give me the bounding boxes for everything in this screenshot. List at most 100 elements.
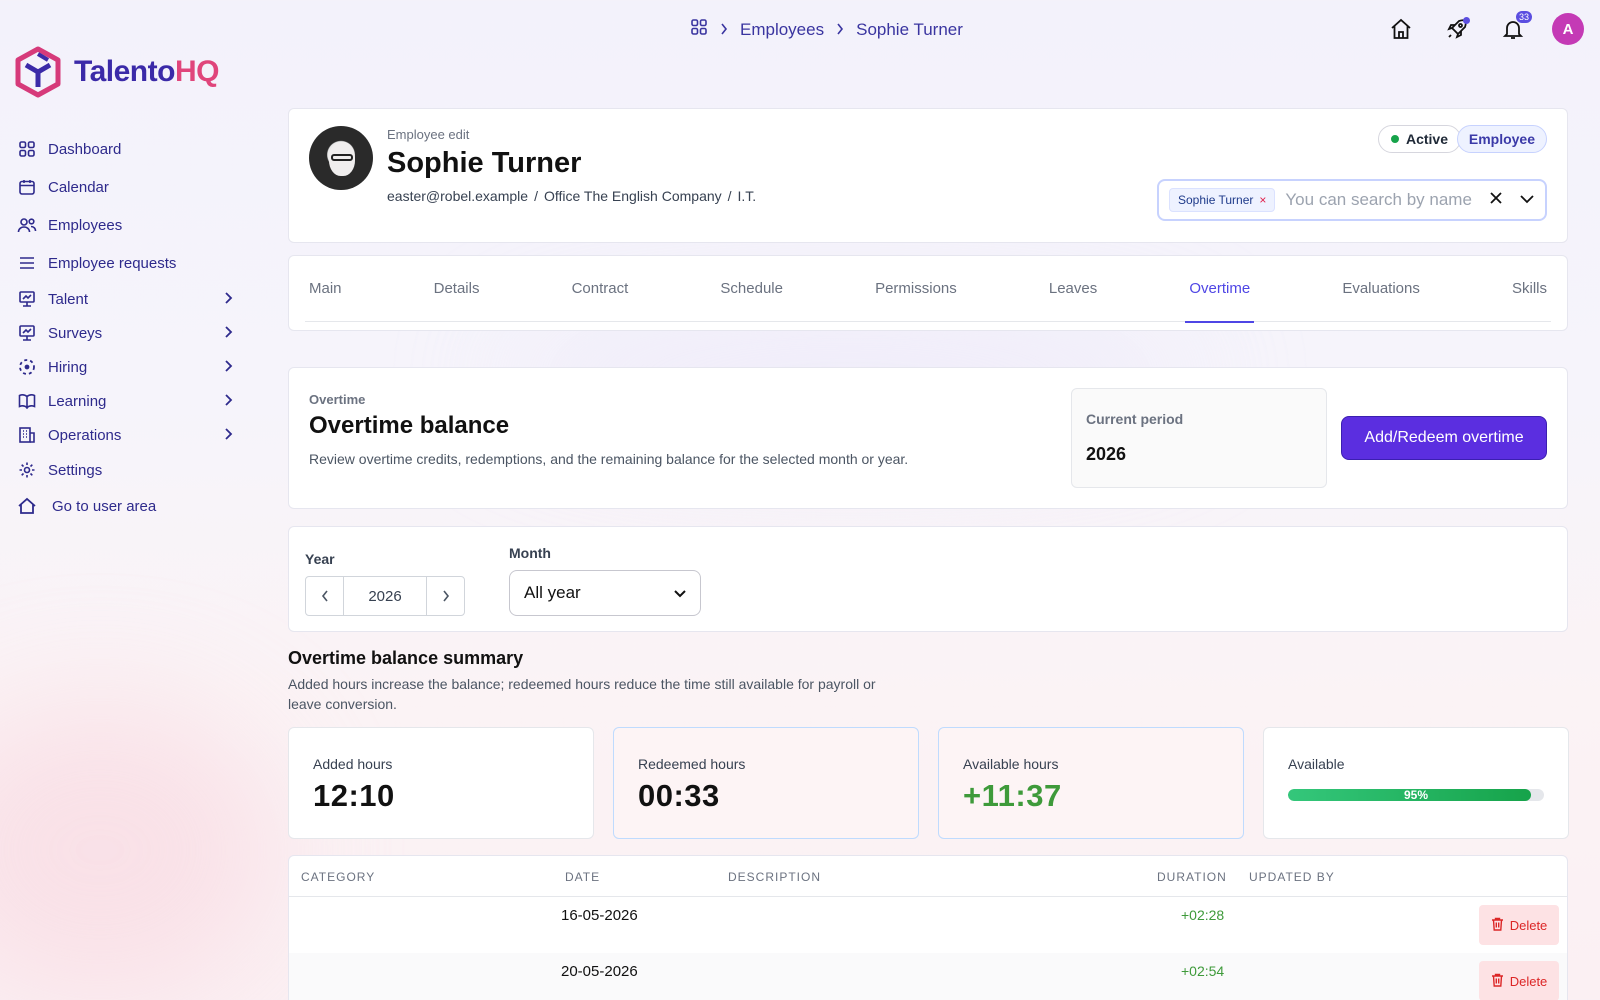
sidebar-item-go-to-user-area[interactable]: Go to user area [16, 488, 246, 524]
employee-photo [309, 126, 373, 190]
section-kicker: Overtime [309, 392, 366, 407]
tab-schedule[interactable]: Schedule [716, 256, 787, 322]
stat-available-hours: Available hours +11:37 [938, 727, 1244, 839]
grid-icon [16, 138, 38, 160]
bell-icon[interactable]: 33 [1496, 11, 1532, 46]
status-badge: Active [1377, 125, 1461, 153]
table-row: 16-05-2026 +02:28 Delete [289, 897, 1567, 953]
summary-title: Overtime balance summary [288, 648, 524, 668]
stat-value: 12:10 [313, 778, 395, 813]
sidebar-item-surveys[interactable]: Surveys [16, 316, 246, 350]
sidebar-item-label: Surveys [48, 324, 103, 342]
presentation-icon [16, 322, 38, 344]
delete-label: Delete [1509, 973, 1548, 989]
employee-header-card: Employee edit Sophie Turner easter@robel… [288, 108, 1568, 243]
tab-skills[interactable]: Skills [1508, 256, 1551, 322]
sidebar-item-hiring[interactable]: Hiring [16, 350, 246, 384]
chevron-down-icon[interactable] [1519, 191, 1535, 209]
sidebar-item-learning[interactable]: Learning [16, 384, 246, 418]
calendar-icon [16, 176, 38, 198]
table-row: 20-05-2026 +02:54 Delete [289, 953, 1567, 1000]
clear-icon[interactable] [1489, 191, 1503, 210]
stat-available-progress: Available 95% [1263, 727, 1569, 839]
home-icon[interactable] [1384, 12, 1418, 46]
sidebar-item-label: Operations [48, 426, 122, 444]
presentation-icon [16, 288, 38, 310]
sidebar-item-employee-requests[interactable]: Employee requests [16, 244, 246, 282]
tab-leaves[interactable]: Leaves [1045, 256, 1101, 322]
chevron-right-icon [224, 325, 234, 343]
tab-details[interactable]: Details [430, 256, 484, 322]
brand-name: TalentoHQ [74, 55, 219, 88]
sidebar-item-dashboard[interactable]: Dashboard [16, 130, 246, 168]
trash-icon [1491, 917, 1504, 934]
month-select[interactable]: All year [509, 570, 701, 616]
user-avatar[interactable]: A [1552, 13, 1584, 45]
building-icon [16, 424, 38, 446]
chevron-down-icon [674, 583, 686, 603]
sidebar-item-label: Hiring [48, 358, 88, 376]
meta-separator: / [727, 188, 732, 204]
sidebar-item-employees[interactable]: Employees [16, 206, 246, 244]
current-period-box: Current period 2026 [1071, 388, 1327, 488]
employee-tabs: Main Details Contract Schedule Permissio… [288, 255, 1568, 331]
delete-label: Delete [1509, 917, 1548, 933]
year-label: Year [305, 551, 335, 567]
grid-icon[interactable] [690, 18, 708, 41]
tab-main[interactable]: Main [305, 256, 346, 322]
sidebar-item-operations[interactable]: Operations [16, 418, 246, 452]
chevron-right-icon [224, 291, 234, 309]
add-redeem-overtime-button[interactable]: Add/Redeem overtime [1341, 416, 1547, 460]
column-header-updated-by: UPDATED BY [1249, 870, 1335, 884]
stat-label: Available hours [963, 756, 1059, 772]
tab-permissions[interactable]: Permissions [871, 256, 961, 322]
gear-icon [16, 459, 38, 481]
sidebar-item-calendar[interactable]: Calendar [16, 168, 246, 206]
sidebar-item-label: Calendar [48, 178, 109, 196]
employee-name: Sophie Turner [387, 147, 582, 179]
sidebar-nav: Dashboard Calendar Employees Employee re… [16, 130, 246, 524]
breadcrumb-employees[interactable]: Employees [740, 20, 824, 40]
chevron-right-icon [224, 427, 234, 445]
tab-contract[interactable]: Contract [568, 256, 633, 322]
tab-list: Main Details Contract Schedule Permissio… [305, 256, 1551, 323]
column-header-date: DATE [565, 870, 601, 884]
cube-logo-icon [15, 46, 61, 98]
delete-button[interactable]: Delete [1479, 905, 1559, 945]
stat-label: Available [1288, 756, 1345, 772]
column-header-description: DESCRIPTION [728, 870, 822, 884]
tab-overtime[interactable]: Overtime [1185, 256, 1255, 323]
chevron-left-icon[interactable] [306, 577, 343, 615]
employee-office: Office The English Company [543, 188, 722, 204]
column-header-duration: DURATION [1157, 870, 1227, 884]
breadcrumb-current[interactable]: Sophie Turner [856, 20, 963, 40]
sidebar-item-label: Go to user area [52, 497, 157, 515]
year-value[interactable]: 2026 [343, 577, 427, 615]
month-label: Month [509, 545, 551, 561]
employee-meta: easter@robel.example / Office The Englis… [387, 188, 756, 204]
tab-evaluations[interactable]: Evaluations [1338, 256, 1424, 322]
sidebar-item-label: Dashboard [48, 140, 122, 158]
meta-separator: / [534, 188, 538, 204]
stat-redeemed-hours: Redeemed hours 00:33 [613, 727, 919, 839]
delete-button[interactable]: Delete [1479, 961, 1559, 1000]
sidebar-item-talent[interactable]: Talent [16, 282, 246, 316]
employee-search-select[interactable]: Sophie Turner × You can search by name [1157, 179, 1547, 221]
home-icon [16, 495, 38, 517]
rocket-icon[interactable] [1440, 12, 1474, 46]
employee-search-input[interactable]: You can search by name [1285, 190, 1483, 210]
sidebar-item-settings[interactable]: Settings [16, 452, 246, 488]
chevron-right-icon[interactable] [427, 577, 464, 615]
sidebar-item-label: Employees [48, 216, 123, 234]
brand-logo[interactable]: TalentoHQ [14, 46, 219, 98]
sidebar-item-label: Settings [48, 461, 103, 479]
stat-label: Redeemed hours [638, 756, 746, 772]
overtime-table: CATEGORY DATE DESCRIPTION DURATION UPDAT… [288, 855, 1568, 1000]
column-header-category: CATEGORY [301, 870, 376, 884]
cell-duration: +02:54 [1181, 963, 1225, 979]
employee-department: I.T. [737, 188, 757, 204]
cell-date: 20-05-2026 [561, 963, 638, 980]
sidebar-item-label: Employee requests [48, 254, 177, 272]
chip-remove-icon[interactable]: × [1259, 193, 1266, 207]
section-title: Overtime balance [309, 412, 510, 439]
